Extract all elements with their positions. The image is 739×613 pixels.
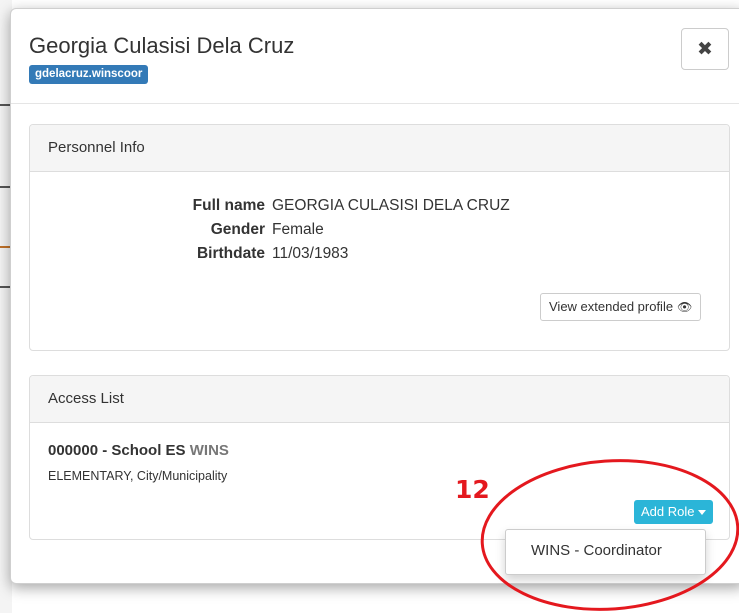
username-badge: gdelacruz.winscoor	[29, 65, 149, 84]
personnel-info-panel: Personnel Info Full name GEORGIA CULASIS…	[29, 124, 730, 351]
modal-header: Georgia Culasisi Dela Cruz gdelacruz.win…	[11, 9, 739, 104]
info-label: Full name	[192, 197, 265, 214]
info-label: Birthdate	[196, 245, 265, 262]
access-list-panel: Access List 000000 - School ES WINS ELEM…	[29, 375, 730, 540]
add-role-label: Add Role	[641, 504, 695, 519]
add-role-button[interactable]: Add Role	[634, 500, 714, 524]
annotation-number: 12	[455, 475, 490, 504]
info-row-gender: Gender	[30, 221, 265, 241]
view-extended-profile-label: View extended profile	[549, 299, 674, 314]
program-label: WINS	[189, 442, 229, 459]
info-value-birthdate: 11/03/1983	[272, 245, 349, 262]
dropdown-item-wins-coordinator[interactable]: WINS - Coordinator	[531, 542, 662, 559]
panel-heading-personnel: Personnel Info	[30, 125, 729, 172]
info-row-fullname: Full name	[30, 197, 265, 217]
panel-heading-access: Access List	[30, 376, 729, 423]
eye-icon: 👁	[677, 300, 693, 314]
school-details: ELEMENTARY, City/Municipality	[48, 469, 228, 483]
background-mark	[0, 104, 10, 106]
close-button[interactable]: ✖	[681, 28, 729, 70]
info-label: Gender	[210, 221, 265, 238]
user-modal: Georgia Culasisi Dela Cruz gdelacruz.win…	[10, 8, 739, 584]
background-mark	[0, 286, 10, 288]
school-name: 000000 - School ES WINS	[48, 442, 229, 459]
background-mark	[0, 186, 10, 188]
add-role-dropdown: WINS - Coordinator	[505, 529, 706, 575]
info-row-birthdate: Birthdate	[30, 245, 265, 265]
info-value-gender: Female	[272, 221, 324, 238]
modal-title: Georgia Culasisi Dela Cruz	[29, 33, 295, 58]
view-extended-profile-button[interactable]: View extended profile 👁	[540, 293, 702, 321]
info-value-fullname: GEORGIA CULASISI DELA CRUZ	[272, 197, 510, 214]
background-mark	[0, 246, 10, 248]
close-icon: ✖	[697, 38, 713, 60]
caret-down-icon	[698, 510, 707, 516]
